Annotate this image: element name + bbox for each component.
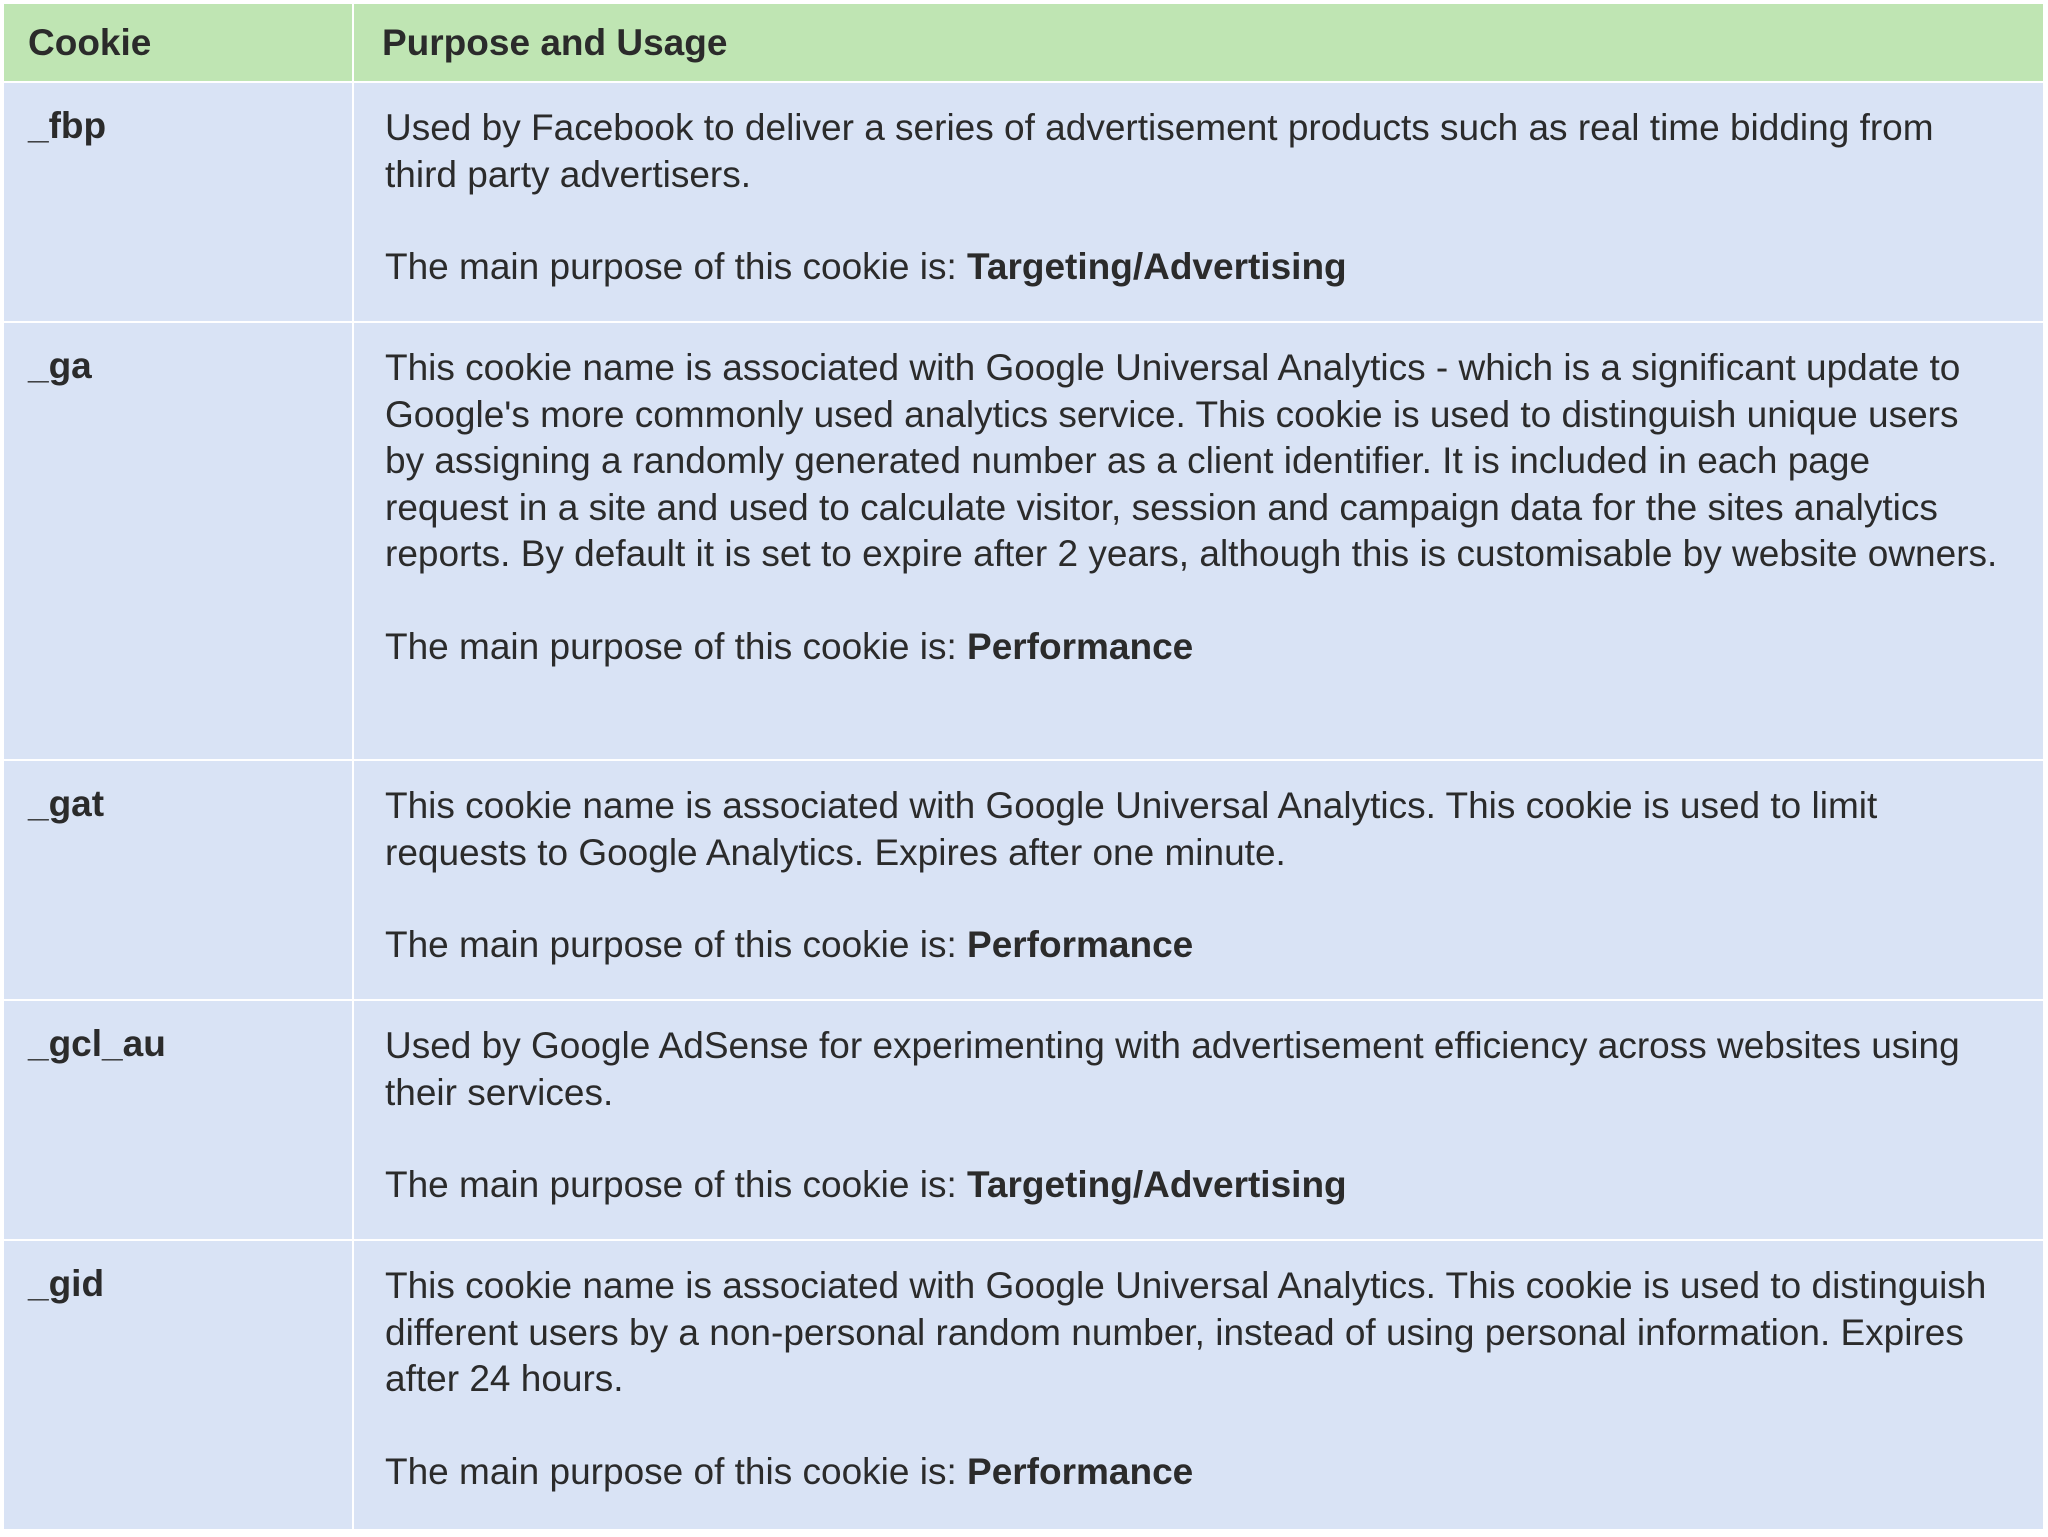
cookie-description: This cookie name is associated with Goog… <box>385 785 1878 873</box>
column-header-cookie: Cookie <box>4 4 354 83</box>
cookie-description: Used by Google AdSense for experimenting… <box>385 1025 1960 1113</box>
purpose-prefix: The main purpose of this cookie is: <box>385 1164 968 1205</box>
purpose-prefix: The main purpose of this cookie is: <box>385 625 968 667</box>
cookie-policy-page: Cookie Purpose and Usage _fbp Used by Fa… <box>0 0 2048 1537</box>
cookie-purpose: Performance <box>967 924 1194 965</box>
cookie-description-cell: This cookie name is associated with Goog… <box>353 322 2045 761</box>
cookie-purpose: Targeting/Advertising <box>967 1164 1347 1205</box>
cookie-purpose: Performance <box>967 625 1194 667</box>
column-header-purpose: Purpose and Usage <box>353 4 2045 83</box>
cookie-description: Used by Facebook to deliver a series of … <box>385 107 1934 195</box>
table-row: _fbp Used by Facebook to deliver a serie… <box>4 82 2045 323</box>
cookie-purpose-line: The main purpose of this cookie is: Targ… <box>385 1162 2003 1209</box>
cookie-purpose: Performance <box>967 1450 1194 1492</box>
cookie-table: Cookie Purpose and Usage _fbp Used by Fa… <box>4 4 2045 1531</box>
table-header-row: Cookie Purpose and Usage <box>4 4 2045 83</box>
cookie-name: _fbp <box>4 82 354 323</box>
cookie-description-cell: Used by Facebook to deliver a series of … <box>353 82 2045 323</box>
cookie-name: _gid <box>4 1240 354 1531</box>
cookie-description: This cookie name is associated with Goog… <box>385 1265 1987 1399</box>
cookie-purpose-line: The main purpose of this cookie is: Perf… <box>385 624 2003 671</box>
cookie-purpose-line: The main purpose of this cookie is: Perf… <box>385 922 2003 969</box>
cookie-description: This cookie name is associated with Goog… <box>385 347 1998 574</box>
table-row: _ga This cookie name is associated with … <box>4 322 2045 761</box>
cookie-description-cell: This cookie name is associated with Goog… <box>353 760 2045 1001</box>
cookie-description-cell: Used by Google AdSense for experimenting… <box>353 1000 2045 1241</box>
cookie-name: _gat <box>4 760 354 1001</box>
table-row: _gid This cookie name is associated with… <box>4 1240 2045 1531</box>
purpose-prefix: The main purpose of this cookie is: <box>385 924 968 965</box>
cookie-purpose-line: The main purpose of this cookie is: Perf… <box>385 1449 2003 1496</box>
cookie-purpose-line: The main purpose of this cookie is: Targ… <box>385 244 2003 291</box>
table-row: _gcl_au Used by Google AdSense for exper… <box>4 1000 2045 1241</box>
cookie-purpose: Targeting/Advertising <box>967 246 1347 287</box>
cookie-description-cell: This cookie name is associated with Goog… <box>353 1240 2045 1531</box>
cookie-name: _ga <box>4 322 354 761</box>
cookie-name: _gcl_au <box>4 1000 354 1241</box>
purpose-prefix: The main purpose of this cookie is: <box>385 1450 968 1492</box>
purpose-prefix: The main purpose of this cookie is: <box>385 246 968 287</box>
table-row: _gat This cookie name is associated with… <box>4 760 2045 1001</box>
